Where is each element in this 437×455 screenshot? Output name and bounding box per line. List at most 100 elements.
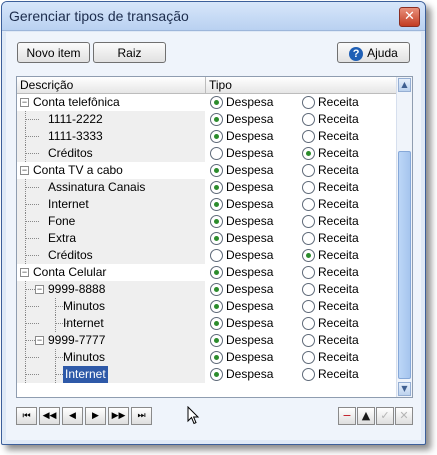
radio-button[interactable] <box>210 266 223 279</box>
radio-button[interactable] <box>210 283 223 296</box>
radio-button[interactable] <box>210 351 223 364</box>
row-label: Conta Celular <box>33 265 107 279</box>
table-row[interactable]: Extra Despesa Receita <box>17 230 397 247</box>
radio-button[interactable] <box>302 198 315 211</box>
vertical-scrollbar[interactable]: ▲ ▼ <box>396 77 412 397</box>
scroll-thumb[interactable] <box>398 151 411 379</box>
radio-button[interactable] <box>210 96 223 109</box>
table-row[interactable]: Internet Despesa Receita <box>17 196 397 213</box>
description-cell[interactable]: Internet <box>17 366 205 383</box>
last-record-button[interactable]: ⏭ <box>131 407 152 425</box>
collapse-icon[interactable]: − <box>20 166 29 175</box>
tree-guide-line <box>25 306 39 307</box>
radio-button[interactable] <box>210 198 223 211</box>
new-item-button[interactable]: Novo item <box>17 42 90 63</box>
table-row[interactable]: −9999-8888 Despesa Receita <box>17 281 397 298</box>
description-cell[interactable]: 1111-3333 <box>17 128 205 145</box>
collapse-icon[interactable]: − <box>20 268 29 277</box>
description-cell[interactable]: Extra <box>17 230 205 247</box>
table-row[interactable]: Créditos Despesa Receita <box>17 145 397 162</box>
delete-button[interactable]: − <box>338 407 356 425</box>
radio-button[interactable] <box>210 368 223 381</box>
radio-button[interactable] <box>302 181 315 194</box>
description-cell[interactable]: −9999-8888 <box>17 281 205 298</box>
prev-page-button[interactable]: ◀◀ <box>39 407 60 425</box>
next-record-button[interactable]: ▶ <box>85 407 106 425</box>
description-cell[interactable]: Internet <box>17 315 205 332</box>
close-button[interactable]: ✕ <box>399 7 420 27</box>
radio-button[interactable] <box>210 232 223 245</box>
radio-button[interactable] <box>302 232 315 245</box>
prev-record-button[interactable]: ◀ <box>62 407 83 425</box>
description-cell[interactable]: −9999-7777 <box>17 332 205 349</box>
scroll-up-arrow[interactable]: ▲ <box>398 78 411 92</box>
cancel-button[interactable]: ✕ <box>395 407 413 425</box>
table-row[interactable]: Minutos Despesa Receita <box>17 298 397 315</box>
confirm-button[interactable]: ✓ <box>376 407 394 425</box>
radio-button[interactable] <box>210 334 223 347</box>
radio-label: Receita <box>318 350 359 364</box>
radio-button[interactable] <box>302 113 315 126</box>
description-cell[interactable]: Minutos <box>17 349 205 366</box>
radio-button[interactable] <box>210 147 223 160</box>
description-cell[interactable]: − Conta telefônica <box>17 94 205 111</box>
radio-button[interactable] <box>302 300 315 313</box>
radio-button[interactable] <box>302 215 315 228</box>
first-record-button[interactable]: ⏮ <box>16 407 37 425</box>
radio-button[interactable] <box>302 368 315 381</box>
radio-button[interactable] <box>210 215 223 228</box>
table-row[interactable]: − Conta TV a cabo Despesa Receita <box>17 162 397 179</box>
root-button[interactable]: Raiz <box>93 42 166 63</box>
column-divider[interactable] <box>205 77 206 93</box>
radio-button[interactable] <box>302 334 315 347</box>
description-cell[interactable]: − Conta Celular <box>17 264 205 281</box>
radio-button[interactable] <box>210 300 223 313</box>
table-row[interactable]: 1111-3333 Despesa Receita <box>17 128 397 145</box>
radio-button[interactable] <box>210 113 223 126</box>
radio-button[interactable] <box>302 283 315 296</box>
scroll-down-arrow[interactable]: ▼ <box>398 382 411 396</box>
description-cell[interactable]: Minutos <box>17 298 205 315</box>
radio-button[interactable] <box>210 164 223 177</box>
row-label: Internet <box>63 316 104 330</box>
table-row[interactable]: Assinatura Canais Despesa Receita <box>17 179 397 196</box>
description-cell[interactable]: − Conta TV a cabo <box>17 162 205 179</box>
edit-up-button[interactable]: ▲ <box>357 407 375 425</box>
radio-button[interactable] <box>302 147 315 160</box>
row-label: 9999-8888 <box>48 282 106 296</box>
description-cell[interactable]: Internet <box>17 196 205 213</box>
table-row[interactable]: − Conta Celular Despesa Receita <box>17 264 397 281</box>
description-cell[interactable]: Créditos <box>17 145 205 162</box>
radio-button[interactable] <box>210 181 223 194</box>
column-header-type[interactable]: Tipo <box>209 78 232 92</box>
table-row[interactable]: 1111-2222 Despesa Receita <box>17 111 397 128</box>
column-header-description[interactable]: Descrição <box>20 78 73 92</box>
table-row[interactable]: − Conta telefônica Despesa Receita <box>17 94 397 111</box>
help-button[interactable]: ? Ajuda <box>337 42 410 63</box>
table-row[interactable]: −9999-7777 Despesa Receita <box>17 332 397 349</box>
row-label: Minutos <box>63 350 106 364</box>
radio-button[interactable] <box>210 130 223 143</box>
description-cell[interactable]: 1111-2222 <box>17 111 205 128</box>
description-cell[interactable]: Assinatura Canais <box>17 179 205 196</box>
radio-button[interactable] <box>210 249 223 262</box>
table-row[interactable]: Créditos Despesa Receita <box>17 247 397 264</box>
table-row[interactable]: Fone Despesa Receita <box>17 213 397 230</box>
radio-button[interactable] <box>302 96 315 109</box>
description-cell[interactable]: Fone <box>17 213 205 230</box>
description-cell[interactable]: Créditos <box>17 247 205 264</box>
radio-button[interactable] <box>302 130 315 143</box>
collapse-icon[interactable]: − <box>35 285 44 294</box>
radio-button[interactable] <box>302 164 315 177</box>
radio-button[interactable] <box>302 249 315 262</box>
radio-button[interactable] <box>302 317 315 330</box>
radio-button[interactable] <box>302 266 315 279</box>
radio-button[interactable] <box>302 351 315 364</box>
collapse-icon[interactable]: − <box>35 336 44 345</box>
table-row[interactable]: Internet Despesa Receita <box>17 315 397 332</box>
collapse-icon[interactable]: − <box>20 98 29 107</box>
next-page-button[interactable]: ▶▶ <box>108 407 129 425</box>
table-row[interactable]: Internet Despesa Receita <box>17 366 397 383</box>
table-row[interactable]: Minutos Despesa Receita <box>17 349 397 366</box>
radio-button[interactable] <box>210 317 223 330</box>
